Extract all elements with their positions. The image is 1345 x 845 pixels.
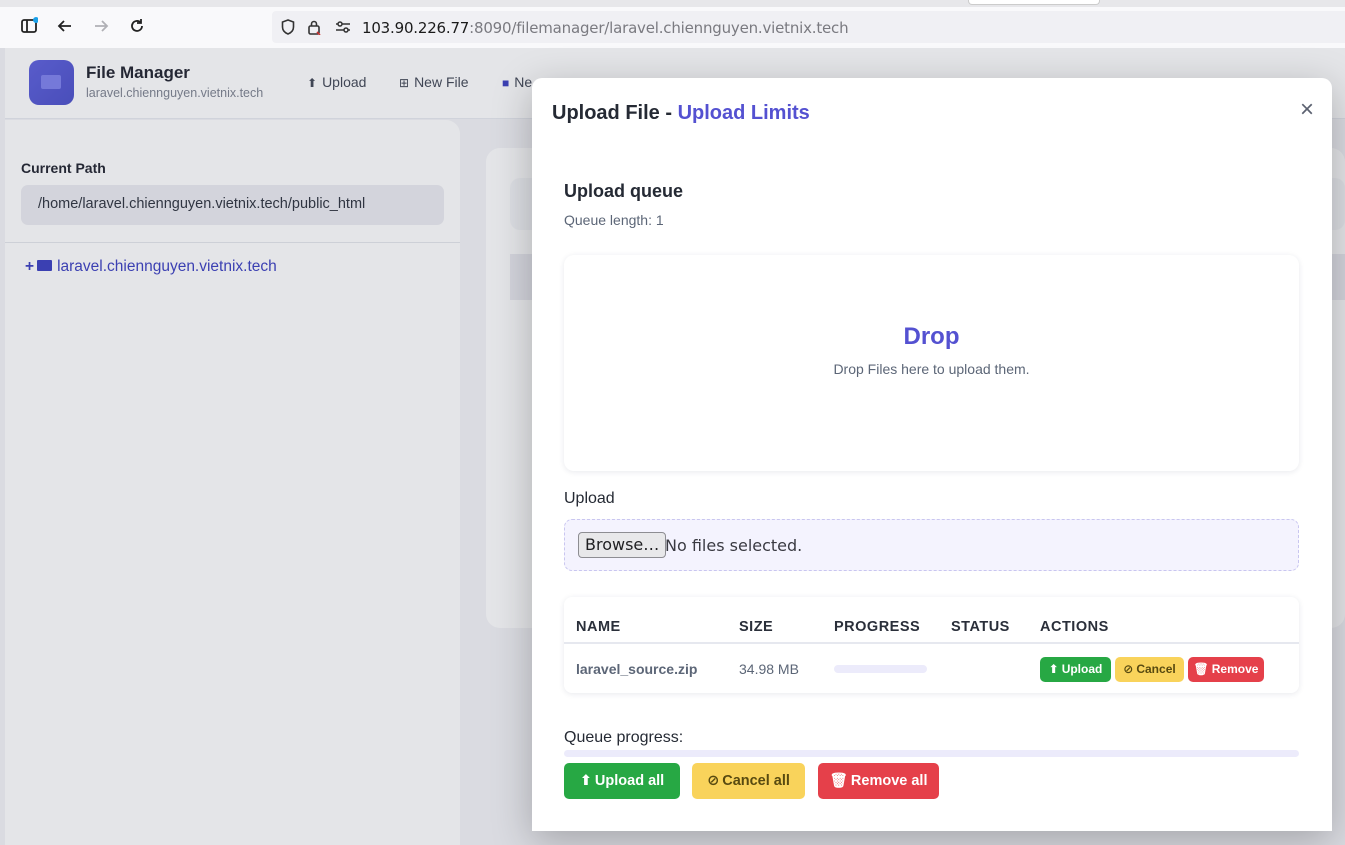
column-header-status: STATUS xyxy=(951,619,1010,635)
forward-arrow-icon[interactable] xyxy=(89,14,113,38)
ban-icon: ⊘ xyxy=(707,773,720,789)
file-progress-bar xyxy=(834,665,927,673)
drop-zone[interactable]: Drop Drop Files here to upload them. xyxy=(564,255,1299,471)
browser-toolbar: 103.90.226.77:8090/filemanager/laravel.c… xyxy=(0,0,1345,49)
column-header-name: NAME xyxy=(576,619,621,635)
queue-progress-label: Queue progress: xyxy=(564,729,684,746)
permissions-icon[interactable] xyxy=(334,18,352,36)
reload-icon[interactable] xyxy=(125,14,149,38)
url-bar[interactable]: 103.90.226.77:8090/filemanager/laravel.c… xyxy=(272,11,1345,43)
url-path: :8090/filemanager/laravel.chiennguyen.vi… xyxy=(469,19,849,37)
url-text[interactable]: 103.90.226.77:8090/filemanager/laravel.c… xyxy=(362,19,849,37)
file-size-cell: 34.98 MB xyxy=(739,661,799,677)
queue-title: Upload queue xyxy=(564,181,684,201)
file-input[interactable]: Browse… No files selected. xyxy=(564,519,1299,571)
upload-all-button[interactable]: ⬆ Upload all xyxy=(564,763,680,799)
upload-label: Upload xyxy=(564,490,615,507)
upload-icon: ⬆ xyxy=(1048,662,1059,676)
drop-title: Drop xyxy=(903,323,960,350)
back-arrow-icon[interactable] xyxy=(53,14,77,38)
upload-queue-table: NAME SIZE PROGRESS STATUS ACTIONS larave… xyxy=(564,597,1299,693)
upload-icon: ⬆ xyxy=(579,773,592,789)
browser-tab[interactable] xyxy=(968,0,1100,5)
column-header-size: SIZE xyxy=(739,619,774,635)
file-status-text: No files selected. xyxy=(665,536,803,555)
header-divider xyxy=(564,642,1299,644)
browser-tab-strip xyxy=(0,0,1345,7)
column-header-actions: ACTIONS xyxy=(1040,619,1109,635)
trash-icon: 🗑 xyxy=(829,773,848,789)
browse-button[interactable]: Browse… xyxy=(578,532,667,558)
row-cancel-button[interactable]: ⊘ Cancel xyxy=(1115,657,1184,682)
close-icon[interactable]: × xyxy=(1297,98,1317,122)
remove-all-button[interactable]: 🗑 Remove all xyxy=(818,763,939,799)
cancel-all-label: Cancel all xyxy=(722,773,790,789)
row-remove-button[interactable]: 🗑 Remove xyxy=(1188,657,1264,682)
upload-all-label: Upload all xyxy=(594,773,665,789)
column-header-progress: PROGRESS xyxy=(834,619,921,635)
file-name-cell: laravel_source.zip xyxy=(576,661,698,677)
queue-length: Queue length: 1 xyxy=(564,212,664,228)
modal-title: Upload File - Upload Limits xyxy=(552,102,810,125)
url-host: 103.90.226.77 xyxy=(362,19,470,37)
queue-progress-bar xyxy=(564,750,1299,757)
shield-icon[interactable] xyxy=(279,18,297,36)
trash-icon: 🗑 xyxy=(1193,662,1209,676)
row-remove-label: Remove xyxy=(1211,662,1259,676)
cancel-all-button[interactable]: ⊘ Cancel all xyxy=(692,763,805,799)
upload-limits-link[interactable]: Upload Limits xyxy=(678,102,810,124)
upload-modal: Upload File - Upload Limits × Upload que… xyxy=(532,78,1332,831)
remove-all-label: Remove all xyxy=(850,773,928,789)
row-upload-label: Upload xyxy=(1061,662,1103,676)
modal-title-text: Upload File - xyxy=(552,102,678,124)
row-cancel-label: Cancel xyxy=(1136,662,1176,676)
lock-icon[interactable] xyxy=(305,18,323,36)
drop-subtitle: Drop Files here to upload them. xyxy=(833,361,1030,377)
ban-icon: ⊘ xyxy=(1123,662,1134,676)
row-upload-button[interactable]: ⬆ Upload xyxy=(1040,657,1111,682)
sidebar-toggle-icon[interactable] xyxy=(17,14,41,38)
